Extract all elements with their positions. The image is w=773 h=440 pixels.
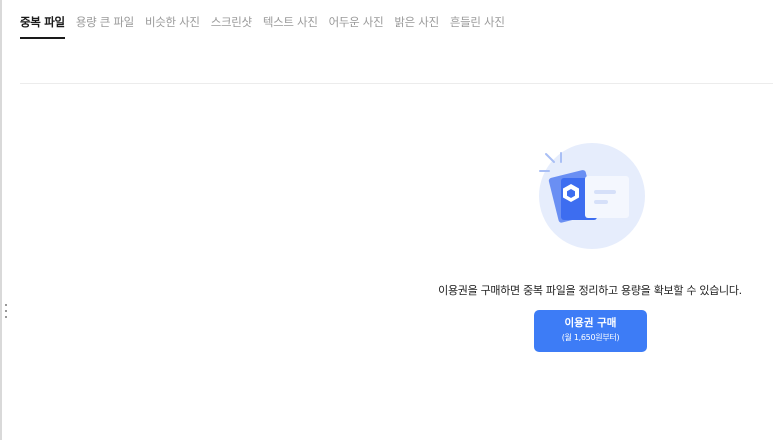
tab-large-files[interactable]: 용량 큰 파일 (76, 13, 134, 39)
empty-state-message: 이용권을 구매하면 중복 파일을 정리하고 용량을 확보할 수 있습니다. (438, 284, 742, 297)
tab-similar-photos[interactable]: 비슷한 사진 (145, 13, 200, 39)
tab-duplicate-files[interactable]: 중복 파일 (20, 13, 65, 39)
buy-pass-button[interactable]: 이용권 구매 (월 1,650원부터) (534, 310, 647, 352)
handle-dot (5, 304, 7, 306)
file-cleanup-icon (530, 140, 650, 255)
buy-pass-label: 이용권 구매 (564, 317, 617, 329)
tab-screenshots[interactable]: 스크린샷 (211, 13, 252, 39)
handle-dot (5, 316, 7, 318)
resize-handle[interactable] (4, 304, 8, 318)
tab-text-photos[interactable]: 텍스트 사진 (263, 13, 318, 39)
tabs-divider (20, 83, 773, 84)
category-tabs: 중복 파일 용량 큰 파일 비슷한 사진 스크린샷 텍스트 사진 어두운 사진 … (20, 13, 505, 39)
tab-dark-photos[interactable]: 어두운 사진 (329, 13, 384, 39)
handle-dot (5, 310, 7, 312)
tab-blurry-photos[interactable]: 흔들린 사진 (450, 13, 505, 39)
tab-bright-photos[interactable]: 밝은 사진 (394, 13, 439, 39)
buy-pass-price: (월 1,650원부터) (561, 333, 620, 342)
panel-left-border (0, 0, 2, 440)
